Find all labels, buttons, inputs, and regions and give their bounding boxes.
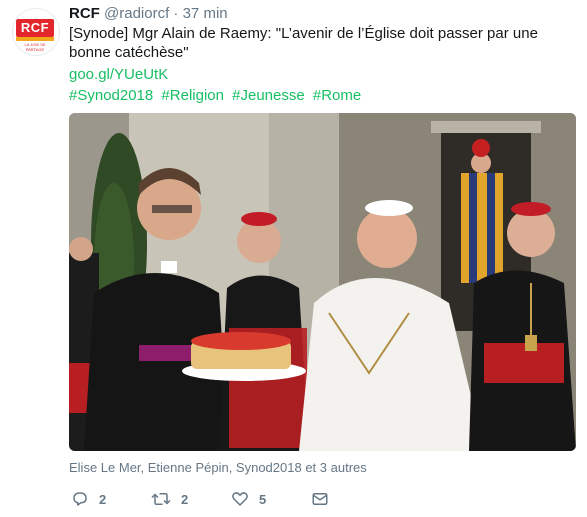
retweet-count: 2 xyxy=(181,491,189,507)
timestamp[interactable]: 37 min xyxy=(183,5,228,22)
logo-stripe xyxy=(16,37,54,41)
like-count: 5 xyxy=(259,491,267,507)
author-handle[interactable]: @radiorcf xyxy=(104,5,169,22)
like-button[interactable]: 5 xyxy=(231,488,266,510)
retweet-icon xyxy=(151,493,171,505)
reply-icon xyxy=(73,492,87,506)
tweet-text: [Synode] Mgr Alain de Raemy: "L’avenir d… xyxy=(69,25,538,61)
avatar[interactable]: RCF LA JOIE SE PARTAGE xyxy=(12,8,60,56)
reply-button[interactable]: 2 xyxy=(71,488,106,510)
hashtag-list: #Synod2018 #Religion #Jeunesse #Rome xyxy=(69,86,365,105)
separator: · xyxy=(173,5,179,22)
hashtag[interactable]: #Rome xyxy=(313,87,361,104)
photo-illustration xyxy=(69,113,576,451)
retweet-button[interactable]: 2 xyxy=(151,488,188,510)
message-icon xyxy=(312,493,328,505)
tweet-header: RCF @radiorcf · 37 min xyxy=(69,4,228,24)
author-name[interactable]: RCF xyxy=(69,5,100,22)
hashtag[interactable]: #Synod2018 xyxy=(69,87,153,104)
rcf-logo-text: RCF xyxy=(20,20,50,35)
direct-message-button[interactable] xyxy=(311,488,339,510)
tweet-actions: 2 2 5 xyxy=(69,488,369,510)
hashtag[interactable]: #Jeunesse xyxy=(232,87,305,104)
hashtag[interactable]: #Religion xyxy=(161,87,224,104)
tagged-users[interactable]: Elise Le Mer, Etienne Pépin, Synod2018 e… xyxy=(69,460,367,476)
tweet-photo[interactable] xyxy=(69,113,576,451)
tweet-link[interactable]: goo.gl/YUeUtK xyxy=(69,65,168,84)
rcf-logo-tagline: LA JOIE SE PARTAGE xyxy=(24,42,46,52)
like-icon xyxy=(232,492,248,506)
reply-count: 2 xyxy=(99,491,107,507)
